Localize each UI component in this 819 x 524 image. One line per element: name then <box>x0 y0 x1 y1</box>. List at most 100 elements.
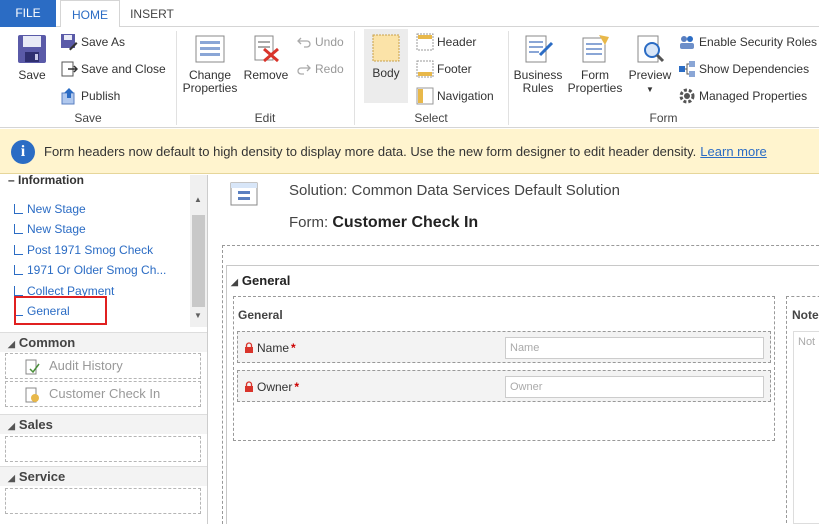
customer-check-in-label: Customer Check In <box>49 386 161 401</box>
undo-button[interactable]: Undo <box>296 31 344 51</box>
selected-highlight <box>14 296 107 325</box>
nav-section-sales-label: Sales <box>18 417 53 432</box>
learn-more-link[interactable]: Learn more <box>700 144 766 159</box>
managed-properties-label: Managed Properties <box>699 88 808 103</box>
change-properties-label-line2: Properties <box>182 81 238 95</box>
ribbon: Save Save As Save and Close Publish Save… <box>0 27 819 128</box>
gear-icon <box>679 88 695 104</box>
scroll-up-arrow-icon[interactable]: ▲ <box>194 195 202 204</box>
publish-label: Publish <box>81 88 121 103</box>
publish-button[interactable]: Publish <box>60 85 120 105</box>
form-properties-label-line1: Form <box>581 68 609 82</box>
form-group-label: Form <box>649 111 678 125</box>
save-and-close-icon <box>61 61 78 77</box>
tree-connector <box>14 286 23 296</box>
notes-control[interactable]: Not <box>793 331 819 524</box>
form-properties-button[interactable]: Form Properties <box>566 33 624 95</box>
footer-button[interactable]: Footer <box>416 58 472 78</box>
tab-file[interactable]: FILE <box>0 0 56 27</box>
info-icon: i <box>11 140 35 164</box>
nav-section-common[interactable]: ◢ Common <box>0 332 207 352</box>
tree-item-1971-or-older-smog-check[interactable]: 1971 Or Older Smog Ch... <box>14 263 166 277</box>
scroll-thumb[interactable] <box>192 215 205 307</box>
form-properties-label-line2: Properties <box>567 81 623 95</box>
chevron-down-icon: ▼ <box>646 85 654 94</box>
name-label-text: Name <box>257 341 290 355</box>
tree-item-label: Post 1971 Smog Check <box>27 243 154 257</box>
tree-header-label: Information <box>18 175 85 187</box>
security-roles-icon <box>680 35 694 49</box>
nav-section-service-label: Service <box>18 469 66 484</box>
publish-icon <box>61 87 75 105</box>
form-properties-icon <box>582 35 609 63</box>
save-as-label: Save As <box>81 34 126 49</box>
header-button[interactable]: Header <box>416 31 476 51</box>
tree-connector <box>14 204 23 214</box>
owner-label-text: Owner <box>257 380 293 394</box>
tree-item-label: New Stage <box>27 222 86 236</box>
notes-section-title: Note <box>792 308 819 322</box>
general-section[interactable] <box>233 296 775 441</box>
undo-icon <box>297 37 311 48</box>
required-asterisk: * <box>291 341 296 355</box>
business-rules-label-line2: Rules <box>522 81 554 95</box>
navigation-button[interactable]: Navigation <box>416 85 494 105</box>
tree-item-new-stage[interactable]: New Stage <box>14 222 86 236</box>
nav-item-audit-history[interactable]: Audit History <box>5 353 201 379</box>
expand-triangle-icon: ◢ <box>8 421 15 431</box>
tree-connector <box>14 224 23 234</box>
remove-label: Remove <box>243 68 289 82</box>
body-button[interactable]: Body <box>364 29 408 103</box>
nav-scrollbar[interactable]: ▲ ▼ <box>190 175 207 327</box>
tab-home[interactable]: HOME <box>60 0 120 28</box>
edit-group-label: Edit <box>254 111 276 125</box>
owner-field-row[interactable]: Owner * Owner <box>237 370 771 402</box>
nav-item-customer-check-in[interactable]: Customer Check In <box>5 381 201 407</box>
business-rules-icon <box>525 35 554 63</box>
name-field-row[interactable]: Name * Name <box>237 331 771 363</box>
tree-item-post-1971-smog-check[interactable]: Post 1971 Smog Check <box>14 243 153 257</box>
form-title: Form: Customer Check In <box>289 214 478 232</box>
form-name: Customer Check In <box>332 214 479 231</box>
tree-item-label: New Stage <box>27 202 86 216</box>
name-input[interactable]: Name <box>505 337 764 359</box>
save-as-button[interactable]: Save As <box>60 31 125 51</box>
required-asterisk: * <box>294 380 300 394</box>
show-dependencies-button[interactable]: Show Dependencies <box>678 58 809 78</box>
footer-icon <box>416 60 434 78</box>
navigation-tree[interactable]: – Information New Stage New Stage Post 1… <box>0 175 190 327</box>
scroll-down-arrow-icon[interactable]: ▼ <box>194 311 202 320</box>
redo-button[interactable]: Redo <box>296 58 344 78</box>
general-tab-title[interactable]: ◢ General <box>231 273 290 288</box>
nav-section-service[interactable]: ◢ Service <box>0 466 207 486</box>
change-properties-button[interactable]: Change Properties <box>180 33 240 95</box>
collapse-triangle-icon: ◢ <box>231 277 238 287</box>
remove-button[interactable]: Remove <box>243 33 289 82</box>
tab-insert[interactable]: INSERT <box>122 0 182 28</box>
enable-security-roles-button[interactable]: Enable Security Roles <box>678 31 817 51</box>
save-group-label: Save <box>74 111 102 125</box>
name-field-label: Name * <box>244 341 296 355</box>
nav-drop-zone[interactable] <box>5 436 201 462</box>
managed-properties-button[interactable]: Managed Properties <box>678 85 807 105</box>
tree-connector <box>14 245 23 255</box>
tree-header: – Information <box>8 175 84 187</box>
owner-input[interactable]: Owner <box>505 376 764 398</box>
redo-icon <box>297 64 311 75</box>
nav-drop-zone[interactable] <box>5 488 201 514</box>
save-button[interactable]: Save <box>10 33 54 82</box>
lock-icon <box>245 342 253 353</box>
ribbon-tab-bar: FILE HOME INSERT <box>0 0 819 28</box>
preview-button[interactable]: Preview ▼ <box>626 33 674 96</box>
form-navigation-pane: – Information New Stage New Stage Post 1… <box>0 175 208 524</box>
business-rules-button[interactable]: Business Rules <box>512 33 564 95</box>
nav-section-sales[interactable]: ◢ Sales <box>0 414 207 434</box>
tree-item-label: 1971 Or Older Smog Ch... <box>27 263 167 277</box>
change-properties-label-line1: Change <box>188 68 232 82</box>
footer-label: Footer <box>437 61 472 76</box>
change-properties-icon <box>195 35 225 63</box>
save-and-close-button[interactable]: Save and Close <box>60 58 166 78</box>
navigation-label: Navigation <box>437 88 494 103</box>
tree-item-new-stage[interactable]: New Stage <box>14 202 86 216</box>
form-canvas: Solution: Common Data Services Default S… <box>209 175 819 524</box>
